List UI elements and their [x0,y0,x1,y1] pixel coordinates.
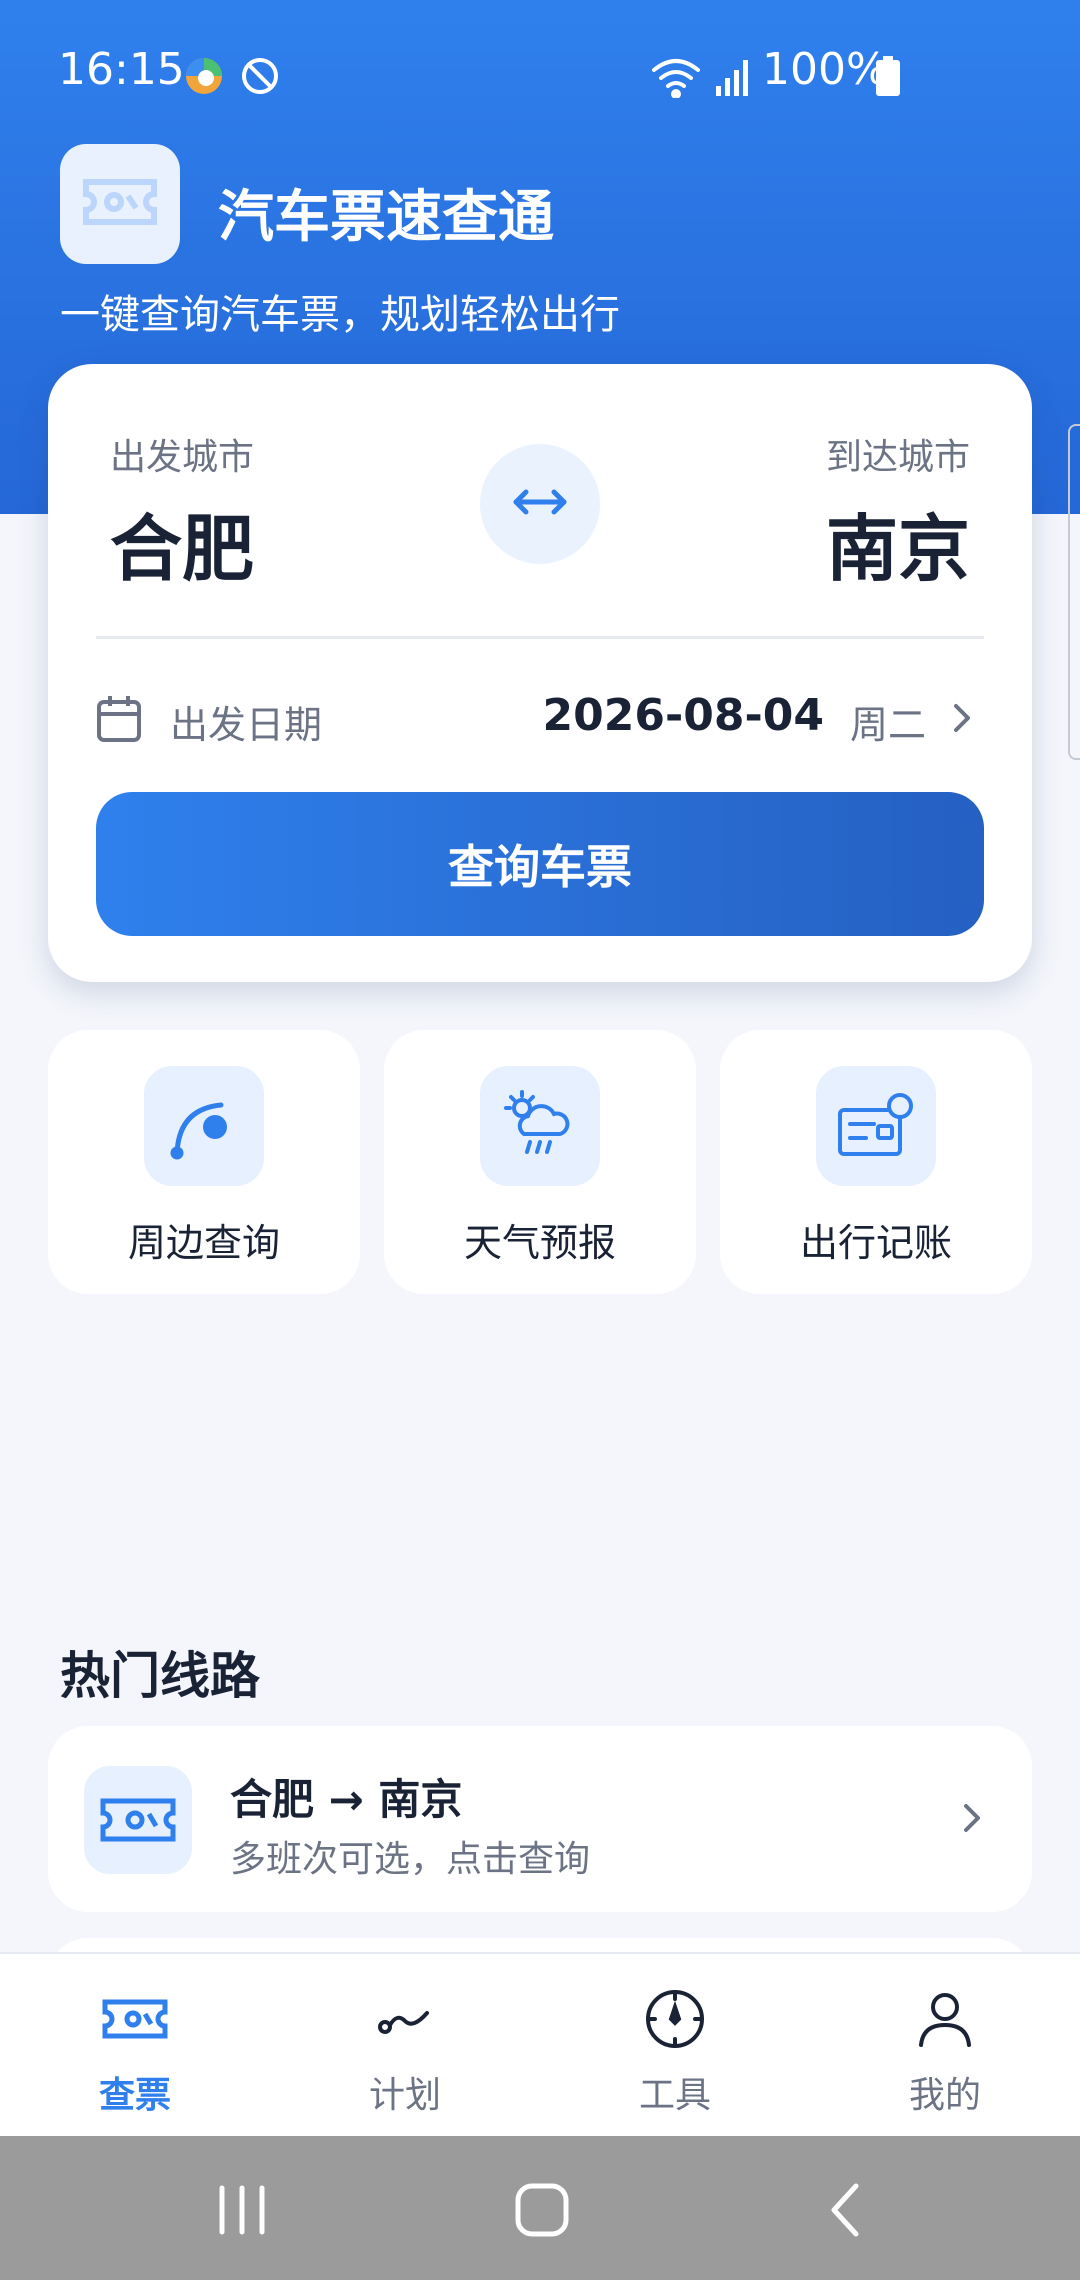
tab-label: 计划 [368,2075,441,2116]
tool-label: 周边查询 [127,1221,280,1265]
tab-label: 查票 [98,2075,171,2116]
route-title: 合肥 → 南京 [230,1775,463,1824]
tab-plan[interactable]: 计划 [270,1954,540,2138]
swap-cities-button[interactable] [480,444,600,564]
system-navigation-bar [0,2136,1080,2280]
status-bar: 16:15 100% [0,38,1080,108]
date-value: 2026-08-04 [542,690,824,741]
from-label: 出发城市 [110,437,255,478]
tool-label: 出行记账 [799,1221,952,1265]
tool-travel-expense[interactable]: 出行记账 [720,1030,1032,1294]
popular-routes-title: 热门线路 [60,1647,260,1705]
back-icon[interactable] [826,2182,866,2242]
person-icon [905,1984,985,2054]
route-icon [365,1984,445,2054]
ticket-icon [84,1766,192,1874]
from-city[interactable]: 合肥 [110,490,254,595]
tool-nearby-search[interactable]: 周边查询 [48,1030,360,1294]
chevron-right-icon [960,1798,984,1842]
query-tickets-button[interactable]: 查询车票 [96,792,984,936]
to-city[interactable]: 南京 [826,490,970,595]
search-card: 出发城市 合肥 到达城市 南京 出发日期 2026-08-04 周二 查询车票 [48,364,1032,982]
to-label: 到达城市 [825,437,970,478]
date-selector[interactable]: 出发日期 2026-08-04 周二 [96,674,984,764]
divider [96,636,984,639]
date-label: 出发日期 [170,703,323,747]
weather-icon [480,1066,600,1186]
tab-tickets[interactable]: 查票 [0,1954,270,2138]
edge-panel-handle[interactable] [1068,424,1080,760]
route-subtitle: 多班次可选，点击查询 [230,1839,591,1880]
bottom-tab-bar: 查票 计划 工具 我的 [0,1952,1080,2138]
tab-label: 工具 [638,2075,711,2116]
browser-icon [182,54,226,102]
status-time: 16:15 [58,44,185,95]
compass-icon [635,1984,715,2054]
weekday: 周二 [849,703,926,747]
tab-label: 我的 [908,2075,981,2116]
swap-arrows-icon [510,482,570,526]
ticket-icon [80,174,160,234]
tool-label: 天气预报 [463,1221,616,1265]
chevron-right-icon [950,698,974,742]
wallet-icon [816,1066,936,1186]
tool-weather[interactable]: 天气预报 [384,1030,696,1294]
battery-icon [874,54,902,102]
sync-off-icon [238,54,282,102]
tab-profile[interactable]: 我的 [810,1954,1080,2138]
route-card[interactable]: 合肥 → 南京 多班次可选，点击查询 [48,1726,1032,1912]
wifi-icon [650,54,702,102]
home-icon[interactable] [514,2182,570,2242]
route-icon [144,1066,264,1186]
ticket-icon [95,1984,175,2054]
signal-icon [714,54,754,102]
app-subtitle: 一键查询汽车票，规划轻松出行 [60,292,620,338]
recent-apps-icon[interactable] [214,2184,270,2240]
tab-tools[interactable]: 工具 [540,1954,810,2138]
calendar-icon [96,694,142,748]
app-logo [60,144,180,264]
app-title: 汽车票速查通 [218,185,554,250]
battery-percent: 100% [762,44,888,95]
